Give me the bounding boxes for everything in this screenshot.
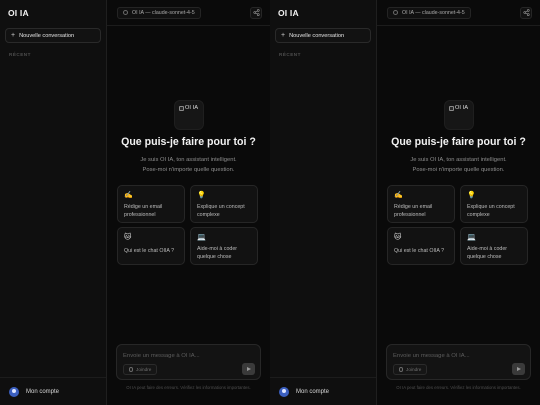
user-icon bbox=[282, 388, 286, 393]
suggestion-text: Explique un concept complexe bbox=[467, 204, 515, 219]
share-icon bbox=[522, 9, 530, 16]
broken-image-icon bbox=[448, 105, 454, 111]
recent-section-label: RÉCENT bbox=[9, 52, 31, 57]
suggestion-text: Qui est le chat OIIA ? bbox=[124, 248, 175, 254]
subtitle-line-1: Je suis OI IA, ton assistant intelligent… bbox=[140, 157, 237, 163]
account-label: Mon compte bbox=[26, 388, 60, 395]
account-button[interactable]: Mon compte bbox=[270, 377, 376, 405]
suggestion-grid: ✍️ Rédige un email professionnel 💡 Expli… bbox=[117, 185, 260, 265]
message-composer: Envoie un message à OI IA... Joindre bbox=[386, 344, 531, 380]
share-button[interactable] bbox=[250, 6, 262, 19]
writing-hand-icon: ✍️ bbox=[394, 192, 403, 199]
message-input[interactable]: Envoie un message à OI IA... bbox=[123, 350, 254, 362]
attach-button[interactable]: Joindre bbox=[393, 364, 428, 375]
recent-section-label: RÉCENT bbox=[279, 52, 301, 57]
suggestion-card[interactable]: 💻 Aide-moi à coder quelque chose bbox=[460, 227, 528, 265]
app-logo: OI IA bbox=[443, 100, 474, 130]
suggestion-text: Rédige un email professionnel bbox=[394, 204, 433, 219]
disclaimer: OI IA peut faire des erreurs. Vérifiez l… bbox=[396, 385, 521, 390]
sidebar: OI IA + Nouvelle conversation RÉCENT Mon… bbox=[270, 0, 377, 405]
suggestion-text: Rédige un email professionnel bbox=[124, 204, 163, 219]
welcome-headline: Que puis-je faire pour toi ? bbox=[121, 136, 256, 148]
welcome-headline: Que puis-je faire pour toi ? bbox=[391, 136, 526, 148]
broken-image-icon bbox=[178, 105, 184, 111]
laptop-icon: 💻 bbox=[467, 234, 476, 241]
suggestion-card[interactable]: 💡 Explique un concept complexe bbox=[460, 185, 528, 223]
suggestion-text: Aide-moi à coder quelque chose bbox=[197, 246, 238, 261]
avatar bbox=[279, 386, 289, 397]
paperclip-icon bbox=[399, 367, 403, 372]
model-status-icon bbox=[393, 10, 398, 15]
cat-icon: 🐱 bbox=[394, 234, 402, 241]
model-selector[interactable]: OI IA — claude-sonnet-4-5 bbox=[117, 6, 201, 19]
suggestion-card[interactable]: ✍️ Rédige un email professionnel bbox=[387, 185, 455, 223]
avatar bbox=[9, 386, 19, 397]
topbar: OI IA — claude-sonnet-4-5 bbox=[377, 0, 540, 26]
subtitle-line-1: Je suis OI IA, ton assistant intelligent… bbox=[410, 157, 507, 163]
disclaimer: OI IA peut faire des erreurs. Vérifiez l… bbox=[126, 385, 251, 390]
cat-icon: 🐱 bbox=[124, 234, 132, 241]
app-pane-2: OI IA + Nouvelle conversation RÉCENT Mon… bbox=[270, 0, 540, 405]
send-button[interactable] bbox=[512, 363, 525, 375]
attach-label: Joindre bbox=[136, 367, 152, 372]
lightbulb-icon: 💡 bbox=[197, 192, 206, 199]
share-button[interactable] bbox=[520, 6, 532, 19]
suggestion-text: Qui est le chat OIIA ? bbox=[394, 248, 445, 254]
attach-button[interactable]: Joindre bbox=[123, 364, 158, 375]
share-icon bbox=[252, 9, 260, 16]
welcome-subtitle: Je suis OI IA, ton assistant intelligent… bbox=[140, 156, 236, 176]
paperclip-icon bbox=[129, 367, 133, 372]
suggestion-card[interactable]: 🐱 Qui est le chat OIIA ? bbox=[387, 227, 455, 265]
message-composer: Envoie un message à OI IA... Joindre bbox=[116, 344, 261, 380]
model-selector[interactable]: OI IA — claude-sonnet-4-5 bbox=[387, 6, 471, 19]
writing-hand-icon: ✍️ bbox=[124, 192, 133, 199]
suggestion-card[interactable]: 💻 Aide-moi à coder quelque chose bbox=[190, 227, 258, 265]
app-logo: OI IA bbox=[173, 100, 204, 130]
subtitle-line-2: Pose-moi n'importe quelle question. bbox=[412, 166, 505, 173]
send-icon bbox=[246, 367, 251, 371]
subtitle-line-2: Pose-moi n'importe quelle question. bbox=[142, 166, 235, 173]
model-label: OI IA — claude-sonnet-4-5 bbox=[132, 9, 195, 16]
new-conversation-label: Nouvelle conversation bbox=[289, 32, 345, 39]
suggestion-grid: ✍️ Rédige un email professionnel 💡 Expli… bbox=[387, 185, 530, 265]
app-brand: OI IA bbox=[8, 8, 29, 18]
account-label: Mon compte bbox=[296, 388, 330, 395]
suggestion-card[interactable]: 🐱 Qui est le chat OIIA ? bbox=[117, 227, 185, 265]
suggestion-card[interactable]: 💡 Explique un concept complexe bbox=[190, 185, 258, 223]
welcome-hero: OI IA Que puis-je faire pour toi ? Je su… bbox=[107, 100, 270, 176]
new-conversation-button[interactable]: + Nouvelle conversation bbox=[275, 28, 371, 43]
laptop-icon: 💻 bbox=[197, 234, 206, 241]
logo-alt-text: OI IA bbox=[454, 105, 469, 111]
suggestion-text: Aide-moi à coder quelque chose bbox=[467, 246, 508, 261]
account-button[interactable]: Mon compte bbox=[0, 377, 106, 405]
new-conversation-button[interactable]: + Nouvelle conversation bbox=[5, 28, 101, 43]
logo-alt-text: OI IA bbox=[184, 105, 199, 111]
plus-icon: + bbox=[11, 32, 16, 39]
suggestion-card[interactable]: ✍️ Rédige un email professionnel bbox=[117, 185, 185, 223]
send-button[interactable] bbox=[242, 363, 255, 375]
welcome-subtitle: Je suis OI IA, ton assistant intelligent… bbox=[410, 156, 506, 176]
sidebar: OI IA + Nouvelle conversation RÉCENT Mon… bbox=[0, 0, 107, 405]
message-input[interactable]: Envoie un message à OI IA... bbox=[393, 350, 524, 362]
send-icon bbox=[516, 367, 521, 371]
model-status-icon bbox=[123, 10, 128, 15]
plus-icon: + bbox=[281, 32, 286, 39]
chat-main: OI IA — claude-sonnet-4-5 OI IA Que puis… bbox=[107, 0, 270, 405]
app-pane-1: OI IA + Nouvelle conversation RÉCENT Mon… bbox=[0, 0, 270, 405]
lightbulb-icon: 💡 bbox=[467, 192, 476, 199]
user-icon bbox=[12, 388, 16, 393]
app-brand: OI IA bbox=[278, 8, 299, 18]
chat-main: OI IA — claude-sonnet-4-5 OI IA Que puis… bbox=[377, 0, 540, 405]
suggestion-text: Explique un concept complexe bbox=[197, 204, 245, 219]
topbar: OI IA — claude-sonnet-4-5 bbox=[107, 0, 270, 26]
model-label: OI IA — claude-sonnet-4-5 bbox=[402, 9, 465, 16]
welcome-hero: OI IA Que puis-je faire pour toi ? Je su… bbox=[377, 100, 540, 176]
app-root: OI IA + Nouvelle conversation RÉCENT Mon… bbox=[0, 0, 540, 405]
new-conversation-label: Nouvelle conversation bbox=[19, 32, 75, 39]
attach-label: Joindre bbox=[406, 367, 422, 372]
